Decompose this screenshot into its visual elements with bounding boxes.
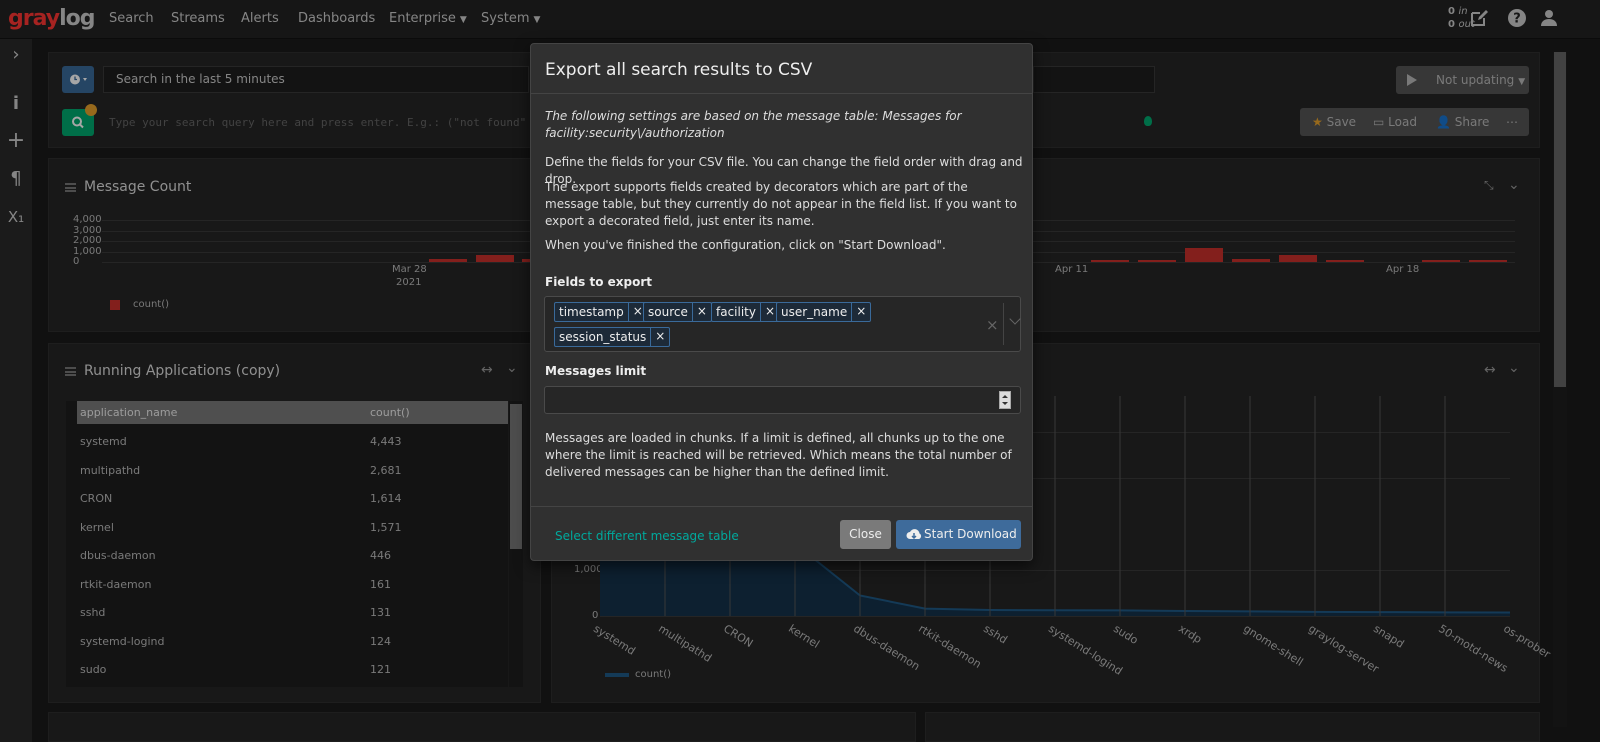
cloud-download-icon	[906, 529, 922, 540]
field-chip-label: session_status	[559, 330, 647, 344]
close-button[interactable]: Close	[840, 520, 891, 549]
field-chip[interactable]: user_name ×	[776, 302, 872, 322]
decorators-help-text: The export supports fields created by de…	[545, 180, 1017, 228]
number-spinner[interactable]	[999, 391, 1011, 409]
intro-text: The following settings are based on the …	[545, 109, 962, 140]
modal-footer: Select different message table Close Sta…	[531, 506, 1032, 561]
start-download-button[interactable]: Start Download	[896, 520, 1021, 549]
field-chip[interactable]: facility ×	[711, 302, 781, 322]
start-download-label: Start Download	[924, 527, 1017, 541]
export-csv-modal: Export all search results to CSV The fol…	[530, 43, 1033, 561]
fields-multiselect[interactable]: timestamp × source × facility × user_name × …	[544, 296, 1021, 352]
field-chip-label: user_name	[781, 305, 848, 319]
fields-to-export-label: Fields to export	[545, 275, 652, 289]
field-chip-label: facility	[716, 305, 756, 319]
chunks-note: Messages are loaded in chunks. If a limi…	[545, 431, 1012, 479]
spinner-arrows-icon	[1002, 395, 1008, 405]
select-message-table-link[interactable]: Select different message table	[555, 529, 739, 543]
divider	[1003, 303, 1004, 345]
field-chip[interactable]: session_status ×	[554, 327, 671, 347]
field-chip-label: source	[648, 305, 688, 319]
clear-all-icon[interactable]: ×	[986, 316, 999, 334]
field-chip-label: timestamp	[559, 305, 624, 319]
messages-limit-label: Messages limit	[545, 364, 647, 378]
chevron-down-icon[interactable]	[1009, 313, 1021, 325]
field-chip[interactable]: timestamp ×	[554, 302, 648, 322]
remove-chip-icon[interactable]: ×	[851, 303, 870, 321]
remove-chip-icon[interactable]: ×	[691, 303, 711, 321]
field-chip[interactable]: source ×	[643, 302, 712, 322]
modal-header: Export all search results to CSV	[531, 44, 1032, 94]
remove-chip-icon[interactable]: ×	[650, 328, 669, 346]
finish-help-text: When you've finished the configuration, …	[545, 238, 946, 252]
messages-limit-input[interactable]	[544, 386, 1021, 414]
modal-title: Export all search results to CSV	[545, 60, 813, 80]
